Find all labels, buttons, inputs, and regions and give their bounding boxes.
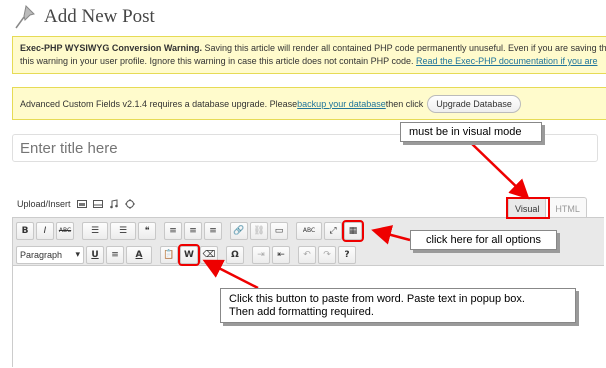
arrow-paste-word [202,259,259,290]
callout-visual-mode: must be in visual mode [400,122,542,142]
callout-paste-word: Click this button to paste from word. Pa… [220,288,576,323]
arrow-visual-mode [469,141,530,200]
callout-all-options: click here for all options [410,230,557,250]
callout-paste-word-line2: Then add formatting required. [229,305,374,318]
arrow-all-options [371,225,411,245]
callout-paste-word-line1: Click this button to paste from word. Pa… [229,292,525,305]
